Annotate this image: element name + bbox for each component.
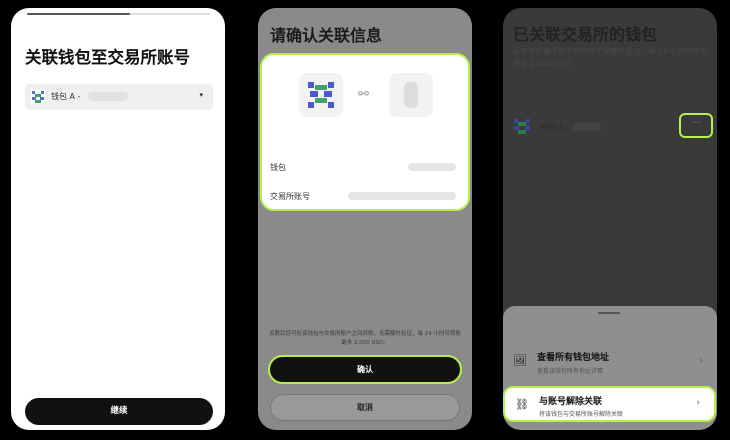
confirm-card: ⚯ 钱包 交易所账号 — [260, 53, 470, 211]
screenshot-frame: 关联钱包至交易所账号 钱包 A - ▾ 继续 请确认关联信息 ⚯ 钱包 交易所账… — [0, 0, 730, 440]
exchange-row-label: 交易所账号 — [270, 192, 310, 201]
image-icon: 🖼 — [513, 354, 527, 367]
link-icon: ⚯ — [358, 87, 369, 102]
unlink-icon: ⛓ — [515, 398, 529, 411]
notice-text: 关联后您可在该钱包与交易所账户之间转账，无需额外验证，每 24 小时可转账最多 … — [269, 331, 461, 346]
continue-button[interactable]: 继续 — [25, 398, 213, 425]
page-title: 请确认关联信息 — [270, 26, 383, 45]
redacted-address — [88, 92, 128, 101]
chevron-right-icon: › — [699, 356, 703, 366]
chevron-down-icon: ▾ — [199, 91, 203, 99]
redacted-address — [573, 123, 601, 131]
chevron-right-icon: › — [696, 398, 700, 408]
wallet-avatar-icon — [308, 82, 334, 108]
redacted-account — [348, 192, 456, 200]
item-subtitle: 将该钱包与交易所账号解除关联 — [539, 411, 624, 418]
phone-link-wallet: 关联钱包至交易所账号 钱包 A - ▾ 继续 — [11, 8, 225, 430]
wallet-avatar — [299, 73, 343, 117]
wallet-row-label: 钱包 — [270, 163, 286, 172]
page-title: 关联钱包至交易所账号 — [25, 48, 190, 67]
wallet-select[interactable]: 钱包 A - ▾ — [25, 84, 213, 110]
wallet-label: 钱包 A - — [541, 123, 569, 132]
item-title: 与账号解除关联 — [539, 397, 603, 407]
avatar-placeholder — [404, 82, 418, 108]
more-options-button[interactable]: ··· — [679, 113, 713, 138]
redacted-wallet — [408, 163, 456, 171]
unlink-account-item[interactable]: ⛓ 与账号解除关联 将该钱包与交易所账号解除关联 › — [503, 386, 716, 422]
exchange-avatar — [389, 73, 433, 117]
page-subtitle: 从交易所提币到关联钱包无需额外验证，每 24 小时可提币最多 2,000 USD — [513, 47, 708, 68]
phone-confirm-link: 请确认关联信息 ⚯ 钱包 交易所账号 关联后您可在该钱包与交易所账户之间转账，无… — [258, 8, 472, 430]
page-title: 已关联交易所的钱包 — [513, 25, 658, 44]
wallet-avatar-icon — [514, 119, 530, 134]
phone-linked-wallets: 已关联交易所的钱包 从交易所提币到关联钱包无需额外验证，每 24 小时可提币最多… — [503, 8, 717, 430]
confirm-button[interactable]: 确认 — [268, 355, 462, 384]
sheet-handle[interactable] — [598, 312, 620, 314]
wallet-avatar-icon — [31, 90, 45, 104]
item-subtitle: 查看该钱包所有地址详情 — [537, 368, 604, 375]
progress-bar-track — [130, 13, 210, 15]
progress-bar — [27, 13, 130, 15]
wallet-select-label: 钱包 A - — [51, 92, 81, 101]
cancel-button[interactable]: 取消 — [270, 394, 460, 421]
item-title: 查看所有钱包地址 — [537, 353, 610, 363]
